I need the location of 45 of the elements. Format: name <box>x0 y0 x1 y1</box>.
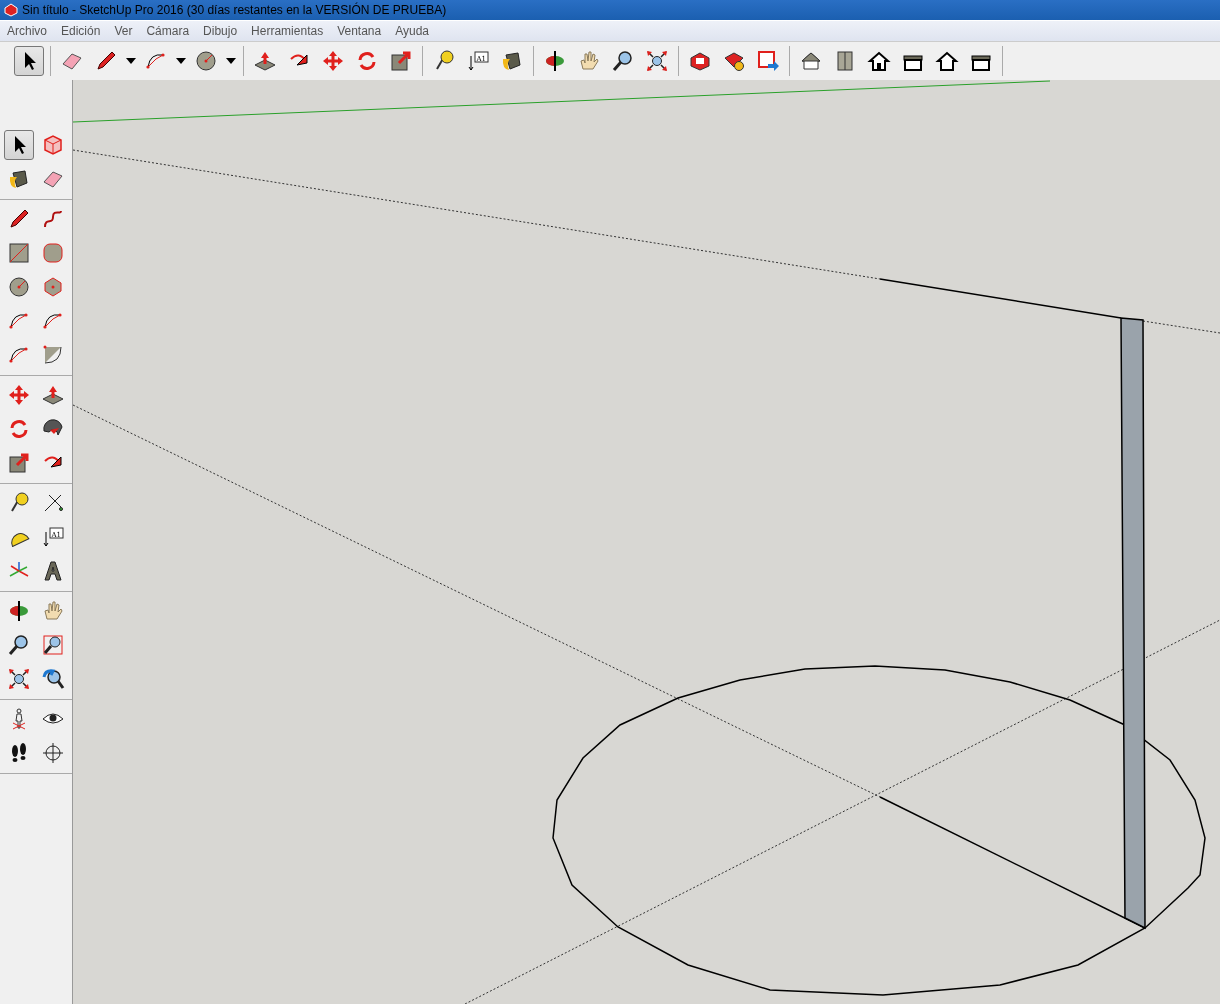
caret-icon[interactable] <box>125 57 137 65</box>
hand-icon <box>577 49 601 73</box>
menu-item[interactable]: Dibujo <box>196 24 245 38</box>
bucket-icon <box>500 49 524 73</box>
menu-item[interactable]: Ver <box>107 24 140 38</box>
share-icon <box>756 49 780 73</box>
scale-icon <box>389 49 413 73</box>
bucket-icon <box>7 167 31 191</box>
tool-button[interactable] <box>4 130 34 160</box>
crosshair-icon <box>41 741 65 765</box>
magnifier-back-icon <box>41 667 65 691</box>
letter-a-icon <box>41 559 65 583</box>
menu-item[interactable]: Cámara <box>139 24 197 38</box>
move-icon <box>321 49 345 73</box>
pencil-icon <box>94 49 118 73</box>
magnifier-icon <box>7 633 31 657</box>
app-logo-icon <box>4 3 18 17</box>
cube-icon <box>41 133 65 157</box>
menu-item[interactable]: Archivo <box>0 24 54 38</box>
tool-button[interactable] <box>14 46 44 76</box>
menu-item[interactable]: Ayuda <box>388 24 436 38</box>
circle-icon <box>194 49 218 73</box>
zoom-extents-icon <box>7 667 31 691</box>
pie-icon <box>41 343 65 367</box>
menu-item[interactable]: Herramientas <box>244 24 331 38</box>
circle-icon <box>7 275 31 299</box>
caret-icon[interactable] <box>175 57 187 65</box>
house-outline-icon <box>935 49 959 73</box>
orbit-icon <box>7 599 31 623</box>
orbit-icon <box>543 49 567 73</box>
house-front-icon <box>867 49 891 73</box>
menu-item[interactable]: Edición <box>54 24 108 38</box>
rectangle-icon <box>7 241 31 265</box>
window-title: Sin título - SketchUp Pro 2016 (30 días restantes en la VERSIÓN DE PRUEBA) <box>22 3 447 17</box>
zoom-window-icon <box>41 633 65 657</box>
rounded-rectangle-icon <box>41 241 65 265</box>
zoom-extents-icon <box>645 49 669 73</box>
polygon-icon <box>41 275 65 299</box>
move-icon <box>7 383 31 407</box>
pencil-icon <box>7 207 31 231</box>
scale-icon <box>7 451 31 475</box>
magnifier-icon <box>611 49 635 73</box>
menu-item[interactable]: Ventana <box>330 24 389 38</box>
caret-icon[interactable] <box>225 57 237 65</box>
hand-icon <box>41 599 65 623</box>
